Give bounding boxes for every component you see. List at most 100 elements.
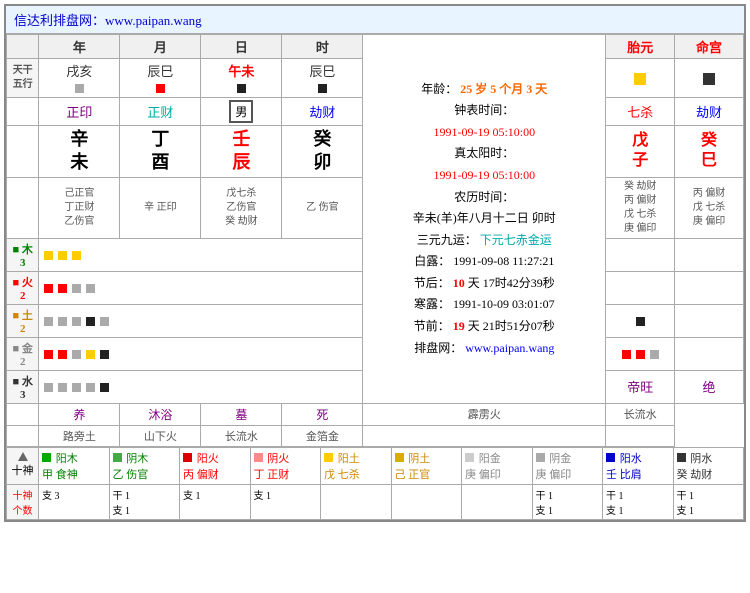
solar-value-line: 1991-09-19 05:10:00 — [371, 165, 597, 187]
year-tg-char: 戌亥 — [39, 59, 120, 98]
count-10: 干 1 支 1 — [673, 484, 744, 519]
taiyuan-nayin: 霹雳火 — [363, 403, 606, 425]
taiyuan-earth-sq — [636, 317, 645, 326]
earth-sq-1 — [44, 317, 53, 326]
water-sq-1 — [44, 383, 53, 392]
count-row: 十神个数 支 3 干 1 支 1 支 1 支 1 干 1 支 1 — [7, 484, 744, 519]
jiehou-value: 10 — [453, 276, 465, 290]
wood-squares — [39, 238, 363, 271]
count-9: 干 1 支 1 — [603, 484, 674, 519]
day-dz: 壬辰 — [201, 126, 282, 178]
fire-label: ■ 火2 — [7, 271, 39, 304]
minggong-water: 绝 — [675, 370, 744, 403]
paipan-url: www.paipan.wang — [465, 341, 554, 355]
year-nayin: 路旁土 — [39, 425, 120, 446]
tg-sq-6 — [395, 453, 404, 462]
taiyuan-sq-cell — [606, 59, 675, 98]
year-tg-text: 戌亥 — [41, 61, 117, 80]
tg-cell-5: 阳土戊 七杀 — [321, 447, 392, 484]
tg-sq-7 — [465, 453, 474, 462]
age-value: 25 岁 5 个月 3 天 — [460, 82, 547, 96]
count-4: 支 1 — [250, 484, 321, 519]
c8-gan: 干 1 — [536, 487, 600, 502]
nayin-row: 路旁土 山下火 长流水 金箔金 — [7, 425, 744, 446]
jiequan-label: 节前： — [414, 319, 450, 333]
hanlu-line: 寒露： 1991-10-09 03:01:07 — [371, 294, 597, 316]
day-tg-char: 午未 — [201, 59, 282, 98]
day-tg-text: 午未 — [203, 61, 279, 80]
sub-label — [7, 177, 39, 238]
lunar-value: 辛未(羊)年八月十二日 卯时 — [413, 211, 556, 225]
day-tg-sq — [237, 84, 246, 93]
main-table: 年 月 日 时 年龄： 25 岁 5 个月 3 天 钟表时间： 1991-09-… — [6, 34, 744, 447]
count-3: 支 1 — [180, 484, 251, 519]
c8-zhi: 支 1 — [536, 502, 600, 517]
hour-nayin: 金箔金 — [282, 425, 363, 446]
count-6 — [391, 484, 462, 519]
taiyuan-earth — [606, 304, 675, 337]
year-sub: 己正官丁正财乙伤官 — [39, 177, 120, 238]
solar-value: 1991-09-19 05:10:00 — [433, 168, 535, 182]
lunar-label: 农历时间： — [454, 190, 514, 204]
hanlu-label: 寒露： — [414, 297, 450, 311]
hour-tg-sq — [318, 84, 327, 93]
fire-sq-1 — [44, 284, 53, 293]
shishen-row-label: 十神 — [7, 447, 39, 484]
clock-value-line: 1991-09-19 05:10:00 — [371, 122, 597, 144]
count-5 — [321, 484, 392, 519]
day-nayin: 长流水 — [201, 425, 282, 446]
c9-gan: 干 1 — [606, 487, 670, 502]
info-panel: 年龄： 25 岁 5 个月 3 天 钟表时间： 1991-09-19 05:10… — [363, 35, 606, 404]
day-header: 日 — [201, 35, 282, 59]
tg-cell-1: 阳木甲 食神 — [39, 447, 110, 484]
hour-tg-text: 辰巳 — [284, 61, 360, 80]
clock-line: 钟表时间： — [371, 100, 597, 122]
fire-sq-gray — [72, 284, 81, 293]
tg-sq-4 — [254, 453, 263, 462]
tg-label: 天干五行 — [7, 59, 39, 98]
month-tg-sq — [156, 84, 165, 93]
tg-sq-3 — [183, 453, 192, 462]
tg-cell-6: 阴土己 正官 — [391, 447, 462, 484]
minggong-fire — [675, 271, 744, 304]
header-url: www.paipan.wang — [105, 13, 202, 28]
main-container: 信达利排盘网：www.paipan.wang 年 月 日 时 年龄： 25 岁 … — [4, 4, 746, 522]
metal-sq-1 — [44, 350, 53, 359]
year-dz: 辛未 — [39, 126, 120, 178]
clock-value: 1991-09-19 05:10:00 — [433, 125, 535, 139]
minggong-dz: 癸巳 — [675, 126, 744, 178]
c1-zhi: 支 3 — [42, 487, 106, 502]
hour-dz: 癸卯 — [282, 126, 363, 178]
shishen-label — [7, 98, 39, 126]
taiyuan-sub: 癸 劫财丙 偏财戊 七杀庚 偏印 — [606, 177, 675, 238]
count-7 — [462, 484, 533, 519]
minggong-extra — [606, 425, 675, 446]
c10-gan: 干 1 — [677, 487, 741, 502]
month-shishen: 正财 — [120, 98, 201, 126]
taiyuan-extra — [363, 425, 606, 446]
minggong-nayin: 长流水 — [606, 403, 675, 425]
tg-sq-10 — [677, 453, 686, 462]
c2-zhi: 支 1 — [113, 502, 177, 517]
state-label — [7, 403, 39, 425]
hour-header: 时 — [282, 35, 363, 59]
lunar-line: 农历时间： — [371, 187, 597, 209]
water-squares — [39, 370, 363, 403]
metal-sq-4 — [86, 350, 95, 359]
solar-label: 真太阳时： — [454, 146, 514, 160]
header-text: 信达利排盘网： — [14, 13, 105, 28]
year-state: 养 — [39, 403, 120, 425]
count-8: 干 1 支 1 — [532, 484, 603, 519]
hanlu-value: 1991-10-09 03:01:07 — [453, 297, 555, 311]
month-nayin: 山下火 — [120, 425, 201, 446]
jiehou-line: 节后： 10 天 17时42分39秒 — [371, 273, 597, 295]
header: 信达利排盘网：www.paipan.wang — [6, 6, 744, 34]
month-header: 月 — [120, 35, 201, 59]
count-1: 支 3 — [39, 484, 110, 519]
minggong-wood — [675, 238, 744, 271]
month-dz: 丁酉 — [120, 126, 201, 178]
clock-label: 钟表时间： — [454, 103, 514, 117]
taiyuan-water: 帝旺 — [606, 370, 675, 403]
month-state: 沐浴 — [120, 403, 201, 425]
minggong-sq — [703, 73, 715, 85]
